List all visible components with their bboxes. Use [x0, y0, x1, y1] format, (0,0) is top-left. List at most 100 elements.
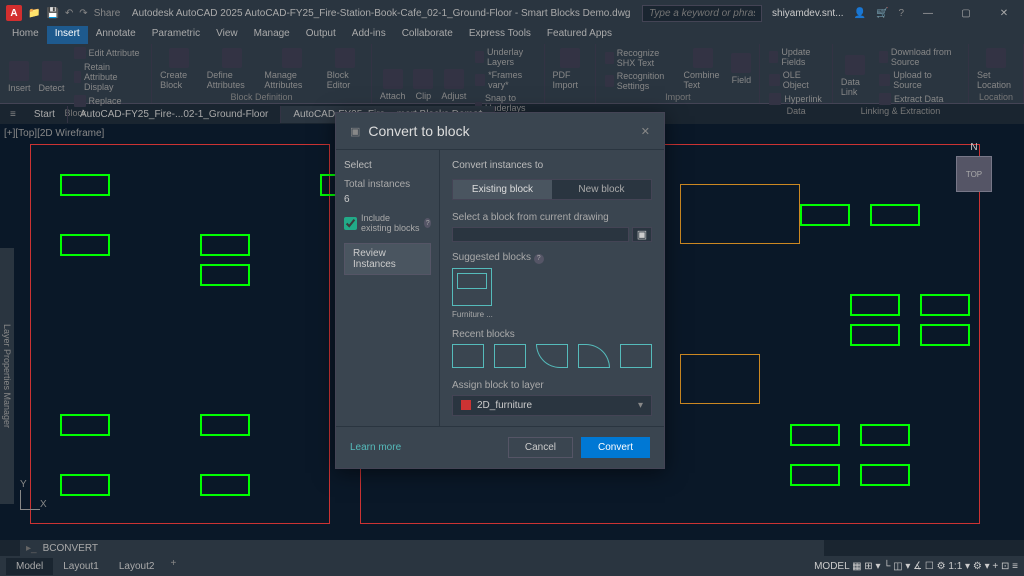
menu-insert[interactable]: Insert	[47, 26, 88, 44]
ribbon-group-data: Data	[766, 106, 825, 116]
block-type-toggle: Existing block New block	[452, 179, 652, 200]
qat-save-icon[interactable]: 💾	[46, 8, 58, 19]
ribbon-pdf-import[interactable]: PDF Import	[551, 46, 590, 92]
recent-block-4[interactable]	[620, 344, 652, 368]
user-icon[interactable]: 👤	[854, 8, 866, 19]
menu-output[interactable]: Output	[298, 26, 344, 44]
ribbon-clip[interactable]: Clip	[411, 67, 435, 103]
recent-block-1[interactable]	[494, 344, 526, 368]
ribbon-adjust[interactable]: Adjust	[439, 67, 468, 103]
recent-block-0[interactable]	[452, 344, 484, 368]
layer-select-dropdown[interactable]: 2D_furniture ▾	[452, 395, 652, 416]
tabs-menu-icon[interactable]: ≡	[4, 109, 22, 120]
cube-top-face[interactable]: TOP	[956, 156, 992, 192]
ribbon-retain-attr[interactable]: Retain Attribute Display	[71, 61, 146, 93]
ribbon-update[interactable]: Update Fields	[766, 46, 825, 68]
ribbon-define-attr[interactable]: Define Attributes	[205, 46, 259, 92]
ribbon-group-linking: Linking & Extraction	[839, 106, 962, 116]
ribbon-create-block[interactable]: Create Block	[158, 46, 201, 92]
ribbon-group-blockdef: Block Definition	[158, 92, 365, 102]
menu-manage[interactable]: Manage	[246, 26, 298, 44]
toggle-new-block[interactable]: New block	[552, 180, 651, 199]
side-panel-layer[interactable]: Layer Properties Manager	[0, 248, 14, 504]
menu-view[interactable]: View	[208, 26, 246, 44]
ribbon-location[interactable]: Set Location	[975, 46, 1017, 92]
menu-express[interactable]: Express Tools	[461, 26, 539, 44]
menu-parametric[interactable]: Parametric	[144, 26, 208, 44]
select-block-label: Select a block from current drawing	[452, 212, 652, 223]
status-tab-add[interactable]: +	[164, 558, 182, 575]
ribbon-shx[interactable]: Recognize SHX Text	[602, 47, 677, 69]
toggle-existing-block[interactable]: Existing block	[453, 180, 552, 199]
ribbon-edit-attr[interactable]: Edit Attribute	[71, 46, 146, 60]
layer-swatch	[461, 400, 471, 410]
minimize-button[interactable]: —	[914, 3, 942, 23]
qat-share-button[interactable]: Share	[94, 8, 121, 19]
review-instances-button[interactable]: Review Instances	[344, 243, 431, 275]
window-title: Autodesk AutoCAD 2025 AutoCAD-FY25_Fire-…	[120, 8, 642, 19]
menu-featured[interactable]: Featured Apps	[539, 26, 620, 44]
status-tab-model[interactable]: Model	[6, 558, 53, 575]
status-tab-layout2[interactable]: Layout2	[109, 558, 165, 575]
ribbon-group-import: Import	[602, 92, 753, 102]
ribbon-insert[interactable]: Insert	[6, 59, 33, 95]
tab-doc-0[interactable]: AutoCAD-FY25_Fire-...02-1_Ground-Floor	[68, 106, 281, 123]
ribbon-ole[interactable]: OLE Object	[766, 69, 825, 91]
nav-cube[interactable]: N TOP	[944, 144, 1004, 204]
command-text: BCONVERT	[43, 543, 98, 554]
ribbon-attach[interactable]: Attach	[378, 67, 408, 103]
qat-redo-icon[interactable]: ↷	[79, 8, 87, 19]
ribbon-frames[interactable]: *Frames vary*	[472, 69, 537, 91]
ribbon-field[interactable]: Field	[729, 51, 753, 87]
cancel-button[interactable]: Cancel	[508, 437, 573, 458]
status-tools[interactable]: MODEL ▦ ⊞ ▾ └ ◫ ▾ ∡ ☐ ⚙ 1:1 ▾ ⚙ ▾ + ⊡ ≡	[814, 561, 1018, 572]
ribbon-datalink[interactable]: Data Link	[839, 53, 872, 99]
status-bar: Model Layout1 Layout2 + MODEL ▦ ⊞ ▾ └ ◫ …	[0, 556, 1024, 576]
ribbon-extract[interactable]: Extract Data	[876, 92, 962, 106]
block-picker-button[interactable]: ▣	[632, 227, 652, 242]
block-select-dropdown[interactable]	[452, 227, 629, 242]
block-icon: ▣	[350, 125, 360, 138]
command-bar[interactable]: ▸_ BCONVERT	[20, 540, 824, 556]
search-input[interactable]	[642, 5, 762, 22]
menu-collaborate[interactable]: Collaborate	[394, 26, 461, 44]
ribbon-block-editor[interactable]: Block Editor	[325, 46, 365, 92]
view-label[interactable]: [+][Top][2D Wireframe]	[4, 128, 104, 139]
ribbon-upload[interactable]: Upload to Source	[876, 69, 962, 91]
tab-start[interactable]: Start	[22, 106, 68, 123]
total-instances-label: Total instances	[344, 179, 431, 190]
assign-layer-label: Assign block to layer	[452, 380, 652, 391]
ribbon-recog[interactable]: Recognition Settings	[602, 70, 677, 92]
ribbon-combine[interactable]: Combine Text	[682, 46, 726, 92]
ribbon-group-location: Location	[975, 92, 1017, 102]
ribbon-manage-attr[interactable]: Manage Attributes	[262, 46, 320, 92]
cart-icon[interactable]: 🛒	[876, 8, 888, 19]
compass-north: N	[970, 142, 977, 153]
convert-button[interactable]: Convert	[581, 437, 650, 458]
maximize-button[interactable]: ▢	[952, 3, 980, 23]
select-heading: Select	[344, 160, 431, 171]
status-tab-layout1[interactable]: Layout1	[53, 558, 109, 575]
recent-block-3[interactable]	[578, 344, 610, 368]
help-icon[interactable]: ?	[534, 254, 544, 264]
qat-open-icon[interactable]: 📁	[28, 8, 40, 19]
user-label[interactable]: shiyamdev.snt...	[772, 8, 844, 19]
ribbon-underlay[interactable]: Underlay Layers	[472, 46, 537, 68]
learn-more-link[interactable]: Learn more	[350, 442, 500, 453]
menu-addins[interactable]: Add-ins	[344, 26, 394, 44]
menu-annotate[interactable]: Annotate	[88, 26, 144, 44]
ribbon-download[interactable]: Download from Source	[876, 46, 962, 68]
dialog-close-button[interactable]: ✕	[641, 125, 650, 138]
help-icon[interactable]: ?	[898, 8, 904, 19]
suggested-block-label: Furniture ...	[452, 310, 652, 319]
help-icon[interactable]: ?	[424, 218, 431, 228]
recent-label: Recent blocks	[452, 329, 652, 340]
menu-home[interactable]: Home	[4, 26, 47, 44]
qat-undo-icon[interactable]: ↶	[65, 8, 73, 19]
include-existing-checkbox[interactable]: Include existing blocks ?	[344, 213, 431, 233]
suggested-block-item[interactable]	[452, 268, 492, 306]
ribbon-hyperlink[interactable]: Hyperlink	[766, 92, 825, 106]
recent-block-2[interactable]	[536, 344, 568, 368]
close-button[interactable]: ✕	[990, 3, 1018, 23]
ribbon-detect[interactable]: Detect	[37, 59, 67, 95]
